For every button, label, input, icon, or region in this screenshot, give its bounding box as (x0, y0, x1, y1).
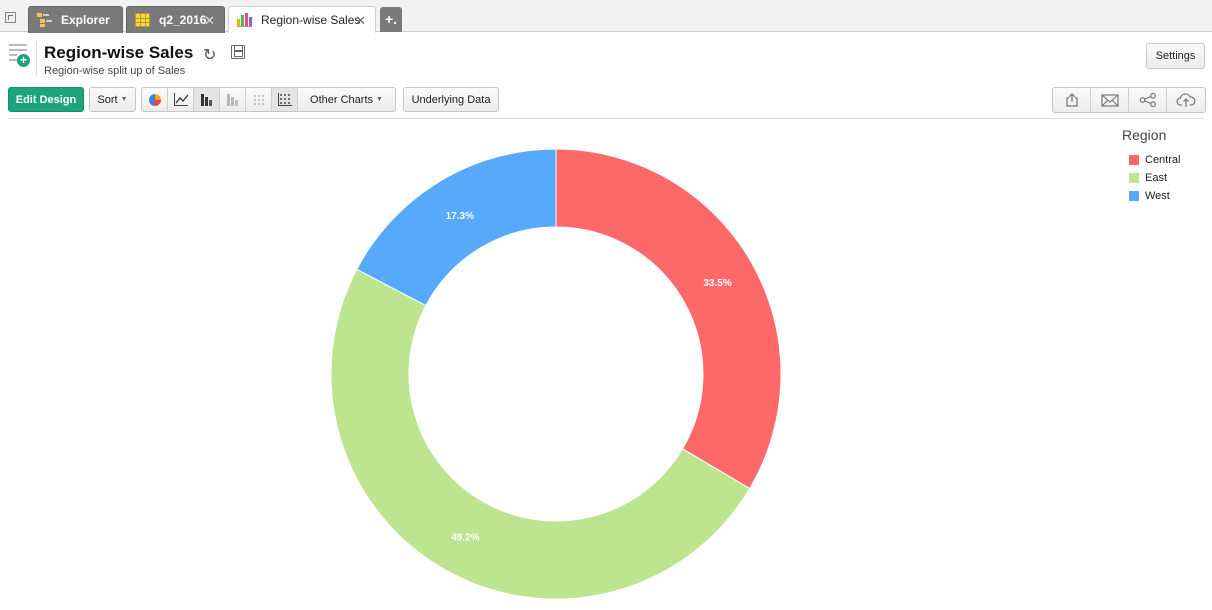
heatmap-chart-button[interactable] (246, 88, 272, 111)
legend-item-central[interactable]: Central (1129, 151, 1180, 169)
stacked-bar-chart-button[interactable] (220, 88, 246, 111)
action-buttons (1052, 87, 1206, 113)
donut-slice-west[interactable] (356, 148, 557, 307)
menu-add-icon[interactable]: + (9, 44, 30, 67)
share-icon (1139, 93, 1156, 107)
bar-chart-button[interactable] (194, 88, 220, 111)
refresh-icon[interactable]: ↻ (203, 45, 216, 65)
data-label-west: 17.3% (446, 211, 474, 222)
close-tab-icon[interactable]: ✕ (204, 13, 215, 29)
legend-swatch (1129, 173, 1139, 183)
legend-title: Region (1122, 127, 1167, 143)
divider (36, 42, 37, 76)
underlying-data-button[interactable]: Underlying Data (403, 87, 499, 112)
tab-label: Region-wise Sales (261, 12, 361, 27)
email-button[interactable] (1091, 88, 1129, 112)
line-chart-button[interactable] (168, 88, 194, 111)
legend-label: East (1145, 172, 1168, 184)
donut-slice-east[interactable] (330, 268, 751, 600)
tab-q2-2016[interactable]: q2_2016 ✕ (126, 6, 225, 33)
legend-swatch (1129, 191, 1139, 201)
bar-chart-icon (201, 94, 214, 106)
data-label-east: 49.2% (451, 532, 479, 543)
heatmap-chart-icon (253, 94, 266, 106)
export-icon (1065, 93, 1078, 107)
edit-design-button[interactable]: Edit Design (8, 87, 84, 112)
email-icon (1100, 94, 1119, 107)
pie-chart-icon (149, 94, 161, 106)
data-label-central: 33.5% (703, 278, 731, 289)
scatter-chart-button[interactable] (272, 88, 298, 111)
page-title: Region-wise Sales (44, 43, 194, 62)
scatter-chart-icon (278, 93, 292, 106)
tab-label: q2_2016 (159, 13, 207, 27)
line-chart-icon (174, 93, 189, 106)
legend-swatch (1129, 155, 1139, 165)
close-tab-icon[interactable]: ✕ (355, 13, 366, 29)
other-charts-label: Other Charts (310, 93, 374, 106)
page-subtitle: Region-wise split up of Sales (44, 65, 186, 77)
sort-dropdown[interactable]: Sort ▼ (89, 87, 136, 112)
chevron-down-icon: ▼ (120, 96, 128, 103)
donut-chart: 33.5% 49.2% 17.3% (330, 148, 782, 600)
other-charts-dropdown[interactable]: Other Charts ▼ (298, 88, 395, 111)
stacked-bar-chart-icon (227, 94, 240, 106)
publish-button[interactable] (1167, 88, 1205, 112)
donut-slice-central[interactable] (555, 148, 782, 490)
legend-label: Central (1145, 154, 1181, 166)
legend-label: West (1145, 190, 1170, 202)
save-icon[interactable] (231, 45, 245, 59)
tab-label: Explorer (61, 13, 110, 27)
publish-cloud-icon (1176, 93, 1196, 107)
explorer-icon (37, 13, 52, 27)
chevron-down-icon: ▼ (376, 96, 383, 103)
legend-item-west[interactable]: West (1129, 187, 1180, 205)
tab-region-wise-sales[interactable]: Region-wise Sales ✕ (228, 6, 376, 33)
chart-type-selector: Other Charts ▼ (141, 87, 396, 112)
add-tab-button[interactable]: +. (380, 7, 402, 32)
pie-chart-button[interactable] (142, 88, 168, 111)
tab-bar: Explorer q2_2016 ✕ Region-wise Sales ✕ +… (0, 0, 1212, 33)
chart-legend: Region Central East West (1122, 127, 1180, 205)
legend-item-east[interactable]: East (1129, 169, 1180, 187)
share-button[interactable] (1129, 88, 1167, 112)
table-grid-icon (135, 13, 150, 27)
bar-chart-icon (237, 12, 252, 27)
tab-explorer[interactable]: Explorer (28, 6, 123, 33)
settings-button[interactable]: Settings (1146, 43, 1205, 69)
export-button[interactable] (1053, 88, 1091, 112)
restore-window-icon[interactable] (5, 12, 16, 23)
sort-label: Sort (97, 93, 118, 106)
